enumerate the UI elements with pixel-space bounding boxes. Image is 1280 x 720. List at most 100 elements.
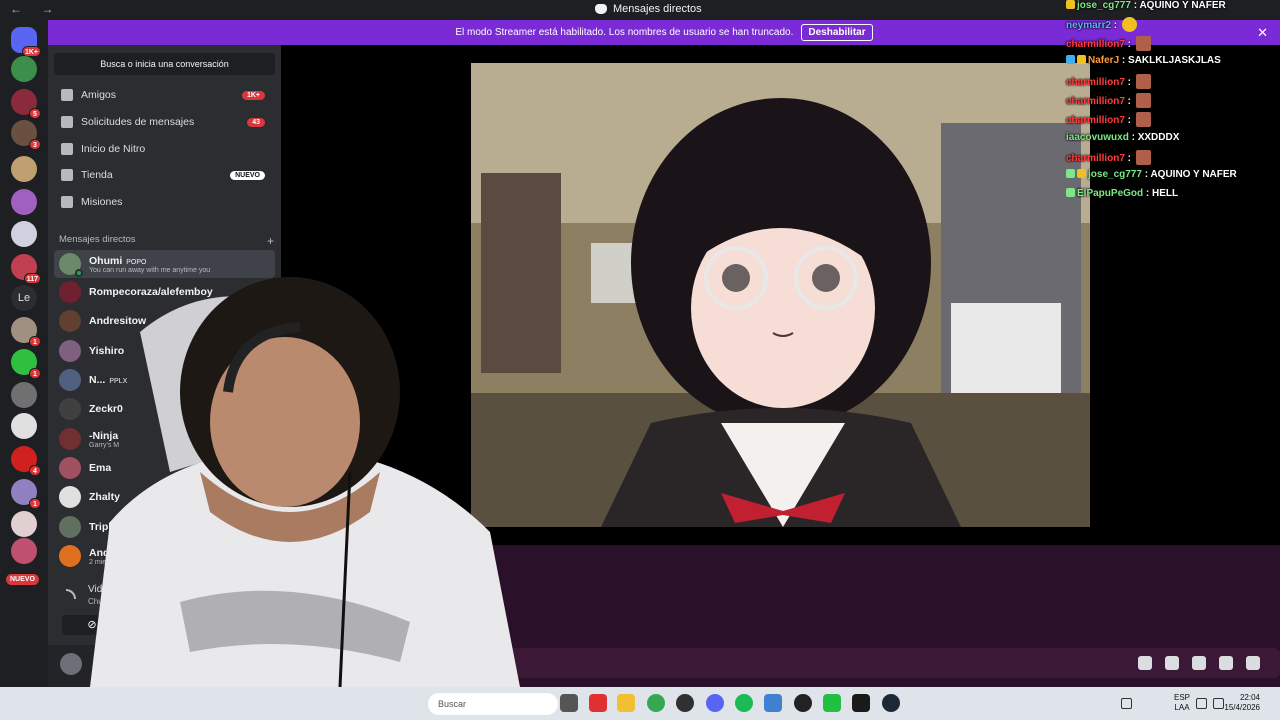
chat-message: iaacovuwuxd : XXDDDX: [1066, 132, 1180, 143]
dm-item[interactable]: Ema: [54, 454, 275, 482]
server-icon[interactable]: 5: [11, 89, 41, 119]
gif-icon[interactable]: [1165, 656, 1179, 670]
avatar: [59, 486, 81, 508]
server-icon[interactable]: 117: [11, 254, 41, 284]
chat-message: charmillion7 :: [1066, 36, 1151, 51]
server-icon[interactable]: 1: [11, 317, 41, 347]
dm-item[interactable]: -Ninja Garry's M: [54, 425, 275, 453]
server-icon[interactable]: 1: [11, 479, 41, 509]
apps-icon[interactable]: [1246, 656, 1260, 670]
mail-icon: [61, 116, 73, 128]
chat-user: charmillion7: [1066, 115, 1125, 126]
dm-item[interactable]: Zeckr0: [54, 395, 275, 423]
nav-shop[interactable]: Tienda NUEVO: [54, 163, 275, 187]
search-conversation-button[interactable]: Busca o inicia una conversación: [54, 53, 275, 75]
close-icon[interactable]: ✕: [1257, 25, 1268, 41]
server-icon[interactable]: [11, 56, 37, 82]
discord-icon[interactable]: [706, 694, 724, 712]
server-icon[interactable]: [11, 189, 37, 215]
chat-text: AQUINO Y NAFER: [1139, 0, 1226, 11]
server-icon[interactable]: [11, 221, 37, 247]
network-icon[interactable]: [1196, 698, 1207, 709]
dm-item[interactable]: Rompecoraza/alefemboy: [54, 278, 275, 306]
server-badge: 117: [23, 273, 41, 284]
language-indicator[interactable]: ESP LAA: [1174, 693, 1190, 713]
app-icon[interactable]: [676, 694, 694, 712]
app-icon[interactable]: [852, 694, 870, 712]
nav-nitro[interactable]: Inicio de Nitro: [54, 137, 275, 161]
emoji-icon[interactable]: [1219, 656, 1233, 670]
nav-quests[interactable]: Misiones: [54, 190, 275, 214]
app-icon[interactable]: [589, 694, 607, 712]
dm-tag: POPO: [126, 258, 147, 266]
avatar: [59, 281, 81, 303]
spotify-icon[interactable]: [735, 694, 753, 712]
task-view-icon[interactable]: [560, 694, 578, 712]
window-title: Mensajes directos: [595, 3, 702, 15]
chat-message: charmillion7 :: [1066, 74, 1151, 89]
chat-user: jose_cg777: [1088, 169, 1142, 180]
nav-arrows[interactable]: ← →: [10, 2, 61, 16]
server-icon[interactable]: [11, 156, 37, 182]
nav-message-requests[interactable]: Solicitudes de mensajes 43: [54, 110, 275, 134]
chat-text: XXDDDX: [1137, 132, 1180, 143]
file-explorer-icon[interactable]: [617, 694, 635, 712]
voice-channel[interactable]: Chumi: [88, 597, 111, 606]
dm-item[interactable]: Andresi 2 miemb: [54, 542, 275, 570]
vtuber-avatar-image: [471, 63, 1090, 527]
server-icon[interactable]: 3: [11, 120, 41, 150]
chat-user: ElPapuPeGod: [1077, 188, 1144, 199]
lang-bottom: LAA: [1174, 703, 1190, 712]
chat-user: neymarr2: [1066, 20, 1112, 31]
dm-item[interactable]: Zhalty: [54, 483, 275, 511]
chat-user: jose_cg777: [1077, 0, 1131, 11]
server-icon[interactable]: [11, 382, 37, 408]
dm-name: Zhalty: [89, 491, 120, 503]
date: 15/4/2026: [1224, 703, 1260, 712]
nav-label: Inicio de Nitro: [81, 143, 146, 155]
server-icon[interactable]: [11, 511, 37, 537]
dm-item[interactable]: Yishiro: [54, 337, 275, 365]
avatar: [59, 545, 81, 567]
steam-icon[interactable]: [882, 694, 900, 712]
message-composer[interactable]: mi: [420, 648, 1280, 678]
server-icon[interactable]: [11, 413, 37, 439]
notepad-icon[interactable]: [764, 694, 782, 712]
avatar: [59, 310, 81, 332]
nitro-icon: [61, 143, 73, 155]
app-icon[interactable]: [823, 694, 841, 712]
server-le[interactable]: Le: [11, 285, 37, 311]
stream-video[interactable]: [471, 63, 1090, 527]
server-icon[interactable]: 4: [11, 446, 41, 476]
server-icon[interactable]: [11, 538, 37, 564]
camera-off-button[interactable]: ⊘: [62, 615, 122, 635]
avatar[interactable]: [60, 653, 82, 675]
dm-item[interactable]: Ohumi POPO You can run away with me anyti…: [54, 250, 275, 278]
obs-icon[interactable]: [794, 694, 812, 712]
discord-icon: [595, 4, 607, 14]
chat-user: iaacovuwuxd: [1066, 132, 1129, 143]
nav-label: Misiones: [81, 196, 123, 208]
add-dm-icon[interactable]: +: [267, 234, 274, 248]
dm-header-label: Mensajes directos: [59, 234, 136, 245]
mic-icon[interactable]: [1121, 698, 1132, 709]
taskbar-search[interactable]: Buscar: [428, 693, 558, 715]
chrome-icon[interactable]: [647, 694, 665, 712]
gift-icon[interactable]: [1138, 656, 1152, 670]
disable-streamer-button[interactable]: Deshabilitar: [801, 24, 873, 41]
chat-message: jose_cg777 : AQUINO Y NAFER: [1066, 0, 1226, 11]
chat-message: charmillion7 :: [1066, 93, 1151, 108]
friends-badge: 1K+: [241, 90, 265, 100]
clock[interactable]: 22:04 15/4/2026: [1224, 693, 1260, 713]
signal-icon: [66, 589, 76, 599]
nav-friends[interactable]: Amigos 1K+: [54, 83, 275, 107]
nuevo-badge[interactable]: NUEVO: [6, 574, 39, 585]
server-icon[interactable]: 1: [11, 349, 41, 379]
dm-item[interactable]: N... PPLX: [54, 366, 275, 394]
sticker-icon[interactable]: [1192, 656, 1206, 670]
avatar: [59, 398, 81, 420]
dm-item[interactable]: TripleT: [54, 513, 275, 541]
dm-item[interactable]: Andresitow: [54, 307, 275, 335]
volume-icon[interactable]: [1213, 698, 1224, 709]
home-button[interactable]: 1K+: [11, 27, 41, 57]
